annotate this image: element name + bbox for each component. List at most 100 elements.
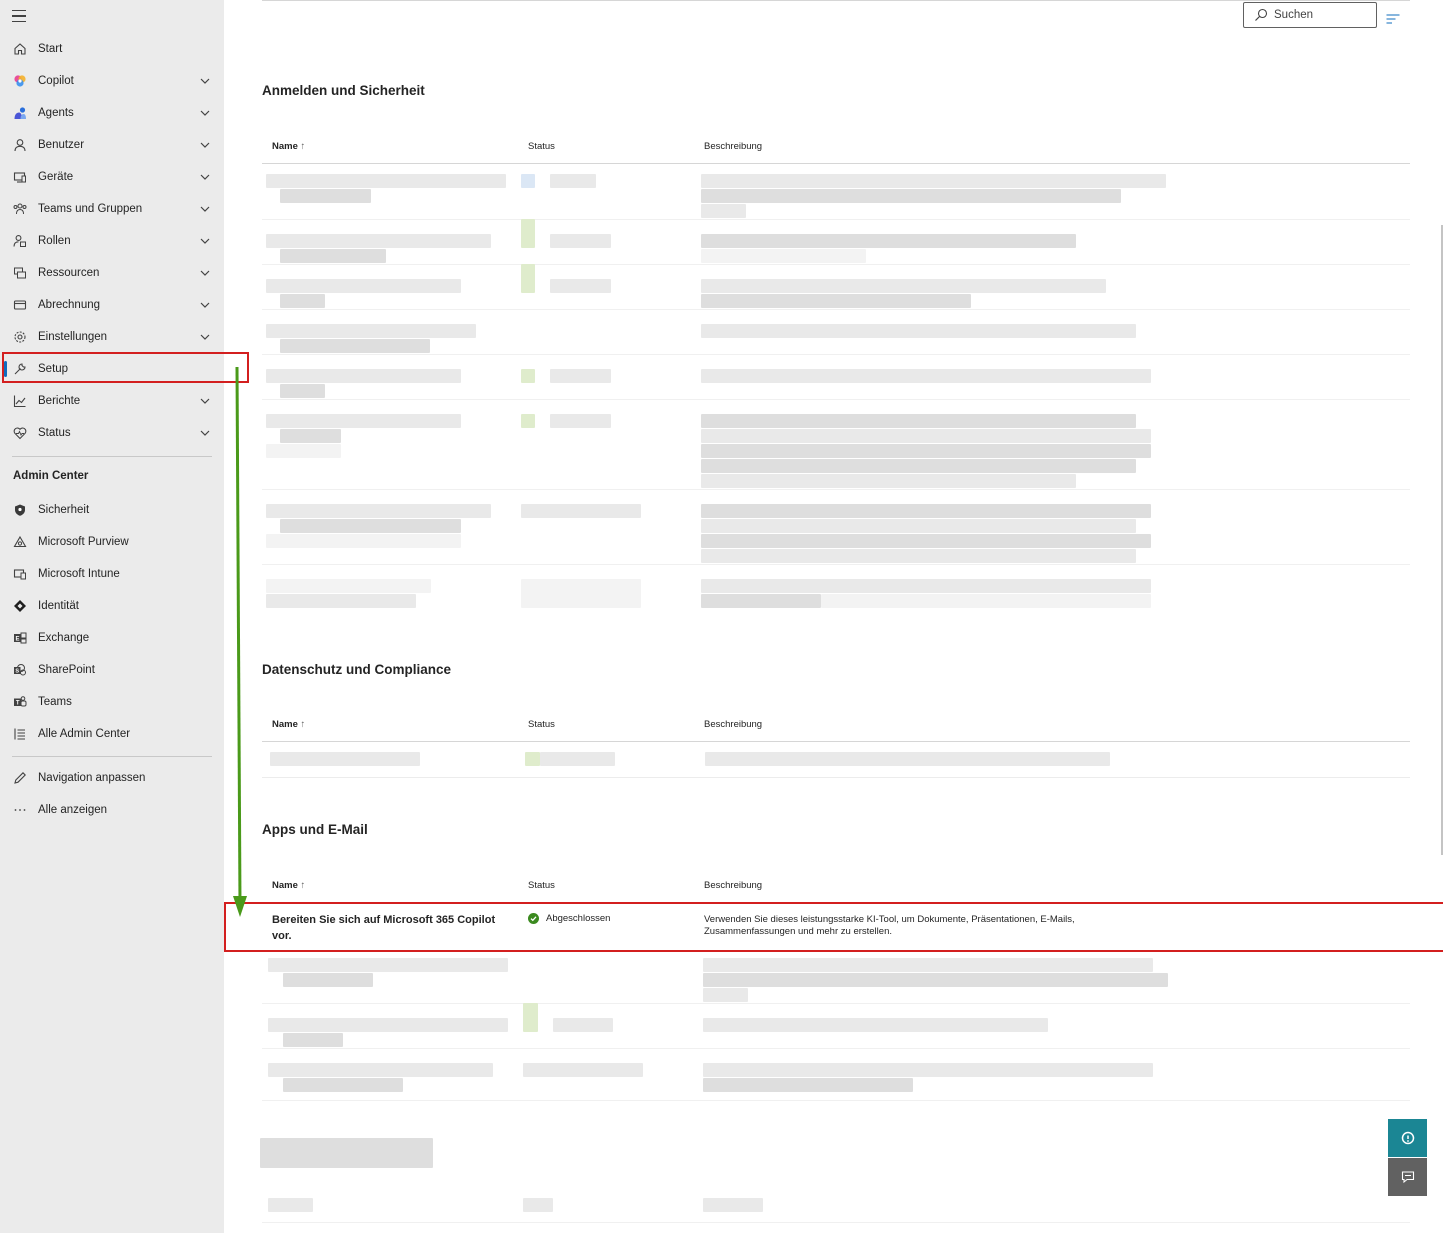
purview-icon (12, 534, 28, 550)
sort-ascending-icon: ↑ (300, 141, 306, 152)
nav-label: Ressourcen (38, 267, 100, 279)
nav-item-benutzer[interactable]: Benutzer (0, 129, 224, 161)
nav-item-identitaet[interactable]: Identität (0, 590, 224, 622)
nav-item-start[interactable]: Start (0, 33, 224, 65)
nav-item-microsoft-purview[interactable]: Microsoft Purview (0, 526, 224, 558)
chevron-down-icon[interactable] (199, 331, 211, 343)
nav-label: Microsoft Intune (38, 568, 120, 580)
copilot-icon (12, 73, 28, 89)
chevron-down-icon[interactable] (199, 107, 211, 119)
help-button[interactable] (1388, 1119, 1427, 1157)
sort-ascending-icon: ↑ (300, 880, 306, 891)
top-border (262, 0, 1410, 1)
nav-item-alle-anzeigen[interactable]: Alle anzeigen (0, 794, 224, 826)
all-admin-centers-icon (12, 726, 28, 742)
table-header-divider (262, 163, 1410, 164)
nav-label: Agents (38, 107, 74, 119)
chevron-down-icon[interactable] (199, 427, 211, 439)
nav-item-alle-admin-center[interactable]: Alle Admin Center (0, 718, 224, 750)
nav-item-abrechnung[interactable]: Abrechnung (0, 289, 224, 321)
chevron-down-icon[interactable] (199, 75, 211, 87)
pencil-icon (12, 770, 28, 786)
sidebar-divider (12, 756, 212, 757)
sidebar-divider (12, 456, 212, 457)
row-divider (262, 777, 1410, 778)
column-header-label: Name (272, 141, 298, 152)
nav-label: Navigation anpassen (38, 772, 146, 784)
teams-groups-icon (12, 201, 28, 217)
nav-label: Status (38, 427, 71, 439)
column-header-status[interactable]: Status (528, 880, 555, 891)
section-title-apps-und-email: Apps und E-Mail (262, 822, 368, 837)
chevron-down-icon[interactable] (199, 203, 211, 215)
chevron-down-icon[interactable] (199, 235, 211, 247)
nav-label: Berichte (38, 395, 81, 407)
nav-item-sicherheit[interactable]: Sicherheit (0, 494, 224, 526)
agents-icon (12, 105, 28, 121)
nav-item-berichte[interactable]: Berichte (0, 385, 224, 417)
section-title-anmelden: Anmelden und Sicherheit (262, 83, 425, 98)
nav-item-rollen[interactable]: Rollen (0, 225, 224, 257)
nav-label: Teams und Gruppen (38, 203, 143, 215)
nav-label: Einstellungen (38, 331, 108, 343)
health-icon (12, 425, 28, 441)
nav-label: Alle anzeigen (38, 804, 108, 816)
nav-item-status[interactable]: Status (0, 417, 224, 449)
nav-item-einstellungen[interactable]: Einstellungen (0, 321, 224, 353)
nav-item-copilot[interactable]: Copilot (0, 65, 224, 97)
chevron-down-icon[interactable] (199, 171, 211, 183)
search-placeholder: Suchen (1274, 9, 1314, 21)
column-header-name[interactable]: Name ↑ (272, 880, 305, 891)
chevron-down-icon[interactable] (199, 139, 211, 151)
nav-item-teams-und-gruppen[interactable]: Teams und Gruppen (0, 193, 224, 225)
nav-label: Teams (38, 696, 72, 708)
search-box[interactable]: Suchen (1243, 2, 1377, 28)
resources-icon (12, 265, 28, 281)
nav-label: Rollen (38, 235, 71, 247)
column-header-status[interactable]: Status (528, 141, 555, 152)
nav-item-geraete[interactable]: Geräte (0, 161, 224, 193)
devices-icon (12, 169, 28, 185)
user-icon (12, 137, 28, 153)
hamburger-menu-icon[interactable] (12, 10, 26, 22)
column-header-description[interactable]: Beschreibung (704, 880, 762, 891)
column-header-name[interactable]: Name ↑ (272, 719, 305, 730)
shield-icon (12, 502, 28, 518)
chevron-down-icon[interactable] (199, 267, 211, 279)
sort-ascending-icon: ↑ (300, 719, 306, 730)
roles-icon (12, 233, 28, 249)
feedback-button[interactable] (1388, 1158, 1427, 1196)
column-header-description[interactable]: Beschreibung (704, 141, 762, 152)
svg-text:T: T (16, 701, 20, 707)
nav-item-agents[interactable]: Agents (0, 97, 224, 129)
nav-item-exchange[interactable]: E Exchange (0, 622, 224, 654)
billing-icon (12, 297, 28, 313)
column-header-status[interactable]: Status (528, 719, 555, 730)
nav-label: Identität (38, 600, 79, 612)
svg-text:S: S (15, 669, 19, 675)
column-header-description[interactable]: Beschreibung (704, 719, 762, 730)
nav-item-microsoft-intune[interactable]: Microsoft Intune (0, 558, 224, 590)
nav-item-navigation-anpassen[interactable]: Navigation anpassen (0, 762, 224, 794)
nav-item-sharepoint[interactable]: S SharePoint (0, 654, 224, 686)
nav-label: Start (38, 43, 63, 55)
column-header-label: Name (272, 719, 298, 730)
teams-icon: T (12, 694, 28, 710)
admin-center-heading: Admin Center (13, 470, 89, 482)
nav-item-ressourcen[interactable]: Ressourcen (0, 257, 224, 289)
svg-text:E: E (15, 637, 19, 643)
nav-item-teams[interactable]: T Teams (0, 686, 224, 718)
chevron-down-icon[interactable] (199, 299, 211, 311)
column-header-label: Name (272, 880, 298, 891)
more-icon (12, 802, 28, 818)
feedback-icon (1401, 1171, 1414, 1184)
nav-label: Microsoft Purview (38, 536, 129, 548)
nav-label: Benutzer (38, 139, 85, 151)
column-header-name[interactable]: Name ↑ (272, 141, 305, 152)
nav-label: Copilot (38, 75, 74, 87)
exchange-icon: E (12, 630, 28, 646)
chevron-down-icon[interactable] (199, 395, 211, 407)
identity-icon (12, 598, 28, 614)
nav-label: Exchange (38, 632, 90, 644)
filter-icon[interactable] (1386, 13, 1400, 25)
